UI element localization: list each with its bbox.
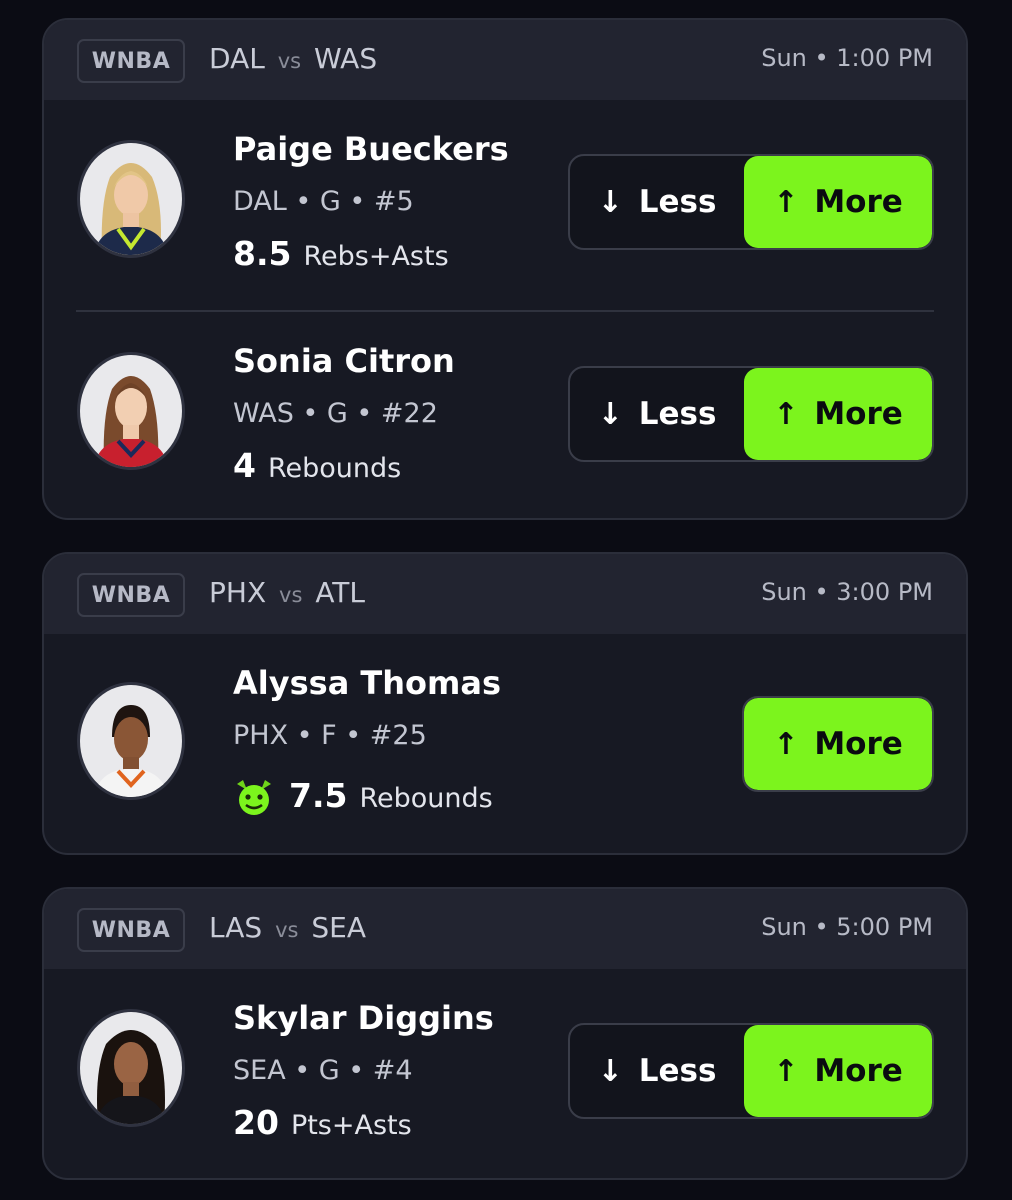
stat-line: 4 Rebounds bbox=[233, 446, 401, 485]
vs-label: vs bbox=[279, 583, 303, 607]
game-header: WNBA LAS vs SEA Sun • 5:00 PM bbox=[44, 889, 966, 969]
arrow-up-icon: ↑ bbox=[773, 184, 799, 220]
less-label: Less bbox=[638, 1053, 717, 1089]
arrow-up-icon: ↑ bbox=[773, 396, 799, 432]
player-meta: WAS • G • #22 bbox=[233, 398, 438, 429]
away-team: SEA bbox=[311, 911, 366, 944]
more-label: More bbox=[814, 1053, 903, 1089]
stat-value: 7.5 bbox=[289, 776, 348, 815]
matchup: DAL vs WAS bbox=[209, 42, 377, 75]
arrow-up-icon: ↑ bbox=[773, 726, 799, 762]
stat-label: Rebs+Asts bbox=[303, 241, 449, 272]
pick-toggle: ↓ Less ↑ More bbox=[568, 154, 934, 250]
matchup: LAS vs SEA bbox=[209, 911, 366, 944]
player-meta: DAL • G • #5 bbox=[233, 186, 414, 217]
game-time: Sun • 5:00 PM bbox=[761, 913, 933, 941]
arrow-up-icon: ↑ bbox=[773, 1053, 799, 1089]
less-label: Less bbox=[638, 184, 717, 220]
arrow-down-icon: ↓ bbox=[597, 1053, 623, 1089]
home-team: PHX bbox=[209, 576, 267, 609]
less-button[interactable]: ↓ Less bbox=[570, 156, 744, 248]
player-meta: PHX • F • #25 bbox=[233, 720, 427, 751]
vs-label: vs bbox=[275, 918, 299, 942]
pick-toggle: ↑ More bbox=[742, 696, 934, 792]
game-card-phx-atl: WNBA PHX vs ATL Sun • 3:00 PM Alyssa Tho… bbox=[42, 552, 968, 855]
game-time: Sun • 3:00 PM bbox=[761, 578, 933, 606]
player-avatar bbox=[77, 1009, 185, 1127]
player-name: Sonia Citron bbox=[233, 342, 455, 380]
more-label: More bbox=[814, 726, 903, 762]
stat-label: Rebounds bbox=[267, 453, 402, 484]
game-card-dal-was: WNBA DAL vs WAS Sun • 1:00 PM Paige Buec… bbox=[42, 18, 968, 520]
player-row-alyssa-thomas[interactable]: Alyssa Thomas PHX • F • #25 7.5 Rebounds… bbox=[44, 634, 966, 853]
home-team: DAL bbox=[209, 42, 265, 75]
player-avatar bbox=[77, 682, 185, 800]
goblin-icon bbox=[233, 776, 275, 818]
league-badge: WNBA bbox=[77, 573, 185, 617]
more-label: More bbox=[814, 396, 903, 432]
player-avatar bbox=[77, 352, 185, 470]
stat-value: 4 bbox=[233, 446, 256, 485]
stat-line: 8.5 Rebs+Asts bbox=[233, 234, 449, 273]
player-name: Skylar Diggins bbox=[233, 999, 494, 1037]
player-name: Alyssa Thomas bbox=[233, 664, 501, 702]
game-card-las-sea: WNBA LAS vs SEA Sun • 5:00 PM Skylar Dig… bbox=[42, 887, 968, 1180]
away-team: WAS bbox=[314, 42, 378, 75]
league-badge: WNBA bbox=[77, 908, 185, 952]
stat-value: 20 bbox=[233, 1103, 279, 1142]
more-label: More bbox=[814, 184, 903, 220]
stat-label: Rebounds bbox=[359, 783, 493, 814]
matchup: PHX vs ATL bbox=[209, 576, 365, 609]
arrow-down-icon: ↓ bbox=[597, 396, 623, 432]
player-row-sonia-citron[interactable]: Sonia Citron WAS • G • #22 4 Rebounds ↓ … bbox=[44, 312, 966, 518]
player-name: Paige Bueckers bbox=[233, 130, 509, 168]
league-badge: WNBA bbox=[77, 39, 185, 83]
more-button[interactable]: ↑ More bbox=[744, 698, 932, 790]
away-team: ATL bbox=[315, 576, 365, 609]
less-button[interactable]: ↓ Less bbox=[570, 368, 744, 460]
more-button[interactable]: ↑ More bbox=[744, 368, 932, 460]
home-team: LAS bbox=[209, 911, 263, 944]
player-row-skylar-diggins[interactable]: Skylar Diggins SEA • G • #4 20 Pts+Asts … bbox=[44, 969, 966, 1178]
game-header: WNBA DAL vs WAS Sun • 1:00 PM bbox=[44, 20, 966, 100]
less-label: Less bbox=[638, 396, 717, 432]
player-row-paige-bueckers[interactable]: Paige Bueckers DAL • G • #5 8.5 Rebs+Ast… bbox=[44, 100, 966, 310]
pick-toggle: ↓ Less ↑ More bbox=[568, 366, 934, 462]
less-button[interactable]: ↓ Less bbox=[570, 1025, 744, 1117]
pick-toggle: ↓ Less ↑ More bbox=[568, 1023, 934, 1119]
stat-line: 7.5 Rebounds bbox=[233, 776, 493, 818]
vs-label: vs bbox=[277, 49, 302, 73]
arrow-down-icon: ↓ bbox=[597, 184, 623, 220]
player-avatar bbox=[77, 140, 185, 258]
more-button[interactable]: ↑ More bbox=[744, 1025, 932, 1117]
player-meta: SEA • G • #4 bbox=[233, 1055, 413, 1086]
game-header: WNBA PHX vs ATL Sun • 3:00 PM bbox=[44, 554, 966, 634]
stat-line: 20 Pts+Asts bbox=[233, 1103, 412, 1142]
more-button[interactable]: ↑ More bbox=[744, 156, 932, 248]
game-time: Sun • 1:00 PM bbox=[761, 44, 933, 72]
stat-label: Pts+Asts bbox=[290, 1110, 412, 1141]
stat-value: 8.5 bbox=[233, 234, 292, 273]
